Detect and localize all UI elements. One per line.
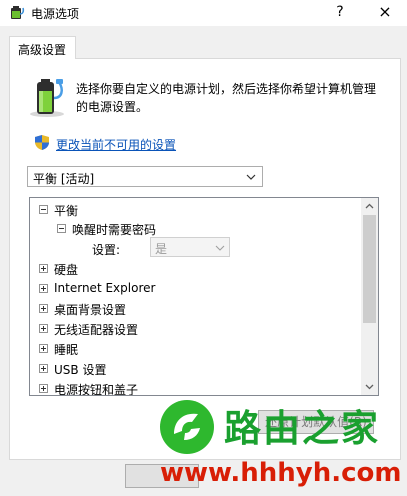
tree-node-label: 电源按钮和盖子 <box>54 383 139 396</box>
tree-node-wireless-adapter[interactable]: 无线适配器设置 <box>30 319 360 339</box>
power-plan-select[interactable]: 平衡 [活动] <box>27 166 263 187</box>
settings-tree[interactable]: 平衡 唤醒时需要密码 设置: 是 硬盘 Internet Explorer 桌面… <box>29 197 379 396</box>
tree-node-balanced[interactable]: 平衡 <box>30 200 360 220</box>
watermark-url: www.hhhyh.com <box>160 458 402 488</box>
scroll-down-icon[interactable] <box>361 378 378 395</box>
chevron-down-icon <box>215 245 225 251</box>
expand-icon[interactable] <box>39 304 48 313</box>
intro-line-1: 选择你要自定义的电源计划，然后选择你希望计算机管理 <box>76 82 377 96</box>
tree-node-label: Internet Explorer <box>54 281 156 295</box>
expand-icon[interactable] <box>39 344 48 353</box>
intro-text: 选择你要自定义的电源计划，然后选择你希望计算机管理 的电源设置。 <box>76 80 386 116</box>
tree-node-label: 唤醒时需要密码 <box>72 223 157 237</box>
tree-node-hard-disk[interactable]: 硬盘 <box>30 259 360 279</box>
watermark-name: 路由之家 <box>224 407 380 450</box>
expand-icon[interactable] <box>39 364 48 373</box>
setting-label: 设置: <box>92 243 121 257</box>
collapse-icon[interactable] <box>57 224 66 233</box>
scroll-up-icon[interactable] <box>361 198 378 215</box>
tree-node-internet-explorer[interactable]: Internet Explorer <box>30 279 360 299</box>
change-unavailable-settings-link[interactable]: 更改当前不可用的设置 <box>56 136 176 153</box>
expand-icon[interactable] <box>39 284 48 293</box>
tree-node-sleep[interactable]: 睡眠 <box>30 339 360 359</box>
tree-node-wake-password[interactable]: 唤醒时需要密码 <box>30 219 360 239</box>
tree-node-label: USB 设置 <box>54 363 107 377</box>
chevron-down-icon <box>246 174 256 180</box>
scrollbar-thumb[interactable] <box>363 215 376 323</box>
collapse-icon[interactable] <box>39 205 48 214</box>
expand-icon[interactable] <box>39 264 48 273</box>
wake-password-select[interactable]: 是 <box>150 237 230 257</box>
uac-shield-icon <box>35 135 49 150</box>
power-options-icon <box>11 6 25 19</box>
tab-advanced-settings[interactable]: 高级设置 <box>9 36 76 59</box>
expand-icon[interactable] <box>39 324 48 333</box>
tree-node-label: 硬盘 <box>54 263 79 277</box>
close-button[interactable]: × <box>370 2 400 22</box>
power-plan-value: 平衡 [活动] <box>33 172 95 186</box>
expand-icon[interactable] <box>39 384 48 393</box>
tree-node-label: 无线适配器设置 <box>54 323 139 337</box>
wake-password-value: 是 <box>155 242 168 256</box>
vertical-scrollbar[interactable] <box>361 198 378 395</box>
tree-node-desktop-background[interactable]: 桌面背景设置 <box>30 299 360 319</box>
tree-node-power-buttons-lid[interactable]: 电源按钮和盖子 <box>30 379 360 396</box>
battery-icon <box>30 79 64 117</box>
tab-label: 高级设置 <box>18 43 67 57</box>
watermark-logo <box>160 400 214 454</box>
intro-line-2: 的电源设置。 <box>76 100 149 114</box>
tree-node-usb-settings[interactable]: USB 设置 <box>30 359 360 379</box>
help-button[interactable]: ? <box>328 2 352 22</box>
tree-node-label: 睡眠 <box>54 343 79 357</box>
tree-node-label: 桌面背景设置 <box>54 303 127 317</box>
title-bar: 电源选项 ? × <box>0 0 407 26</box>
tree-node-label: 平衡 <box>54 204 79 218</box>
window-title: 电源选项 <box>31 7 80 21</box>
